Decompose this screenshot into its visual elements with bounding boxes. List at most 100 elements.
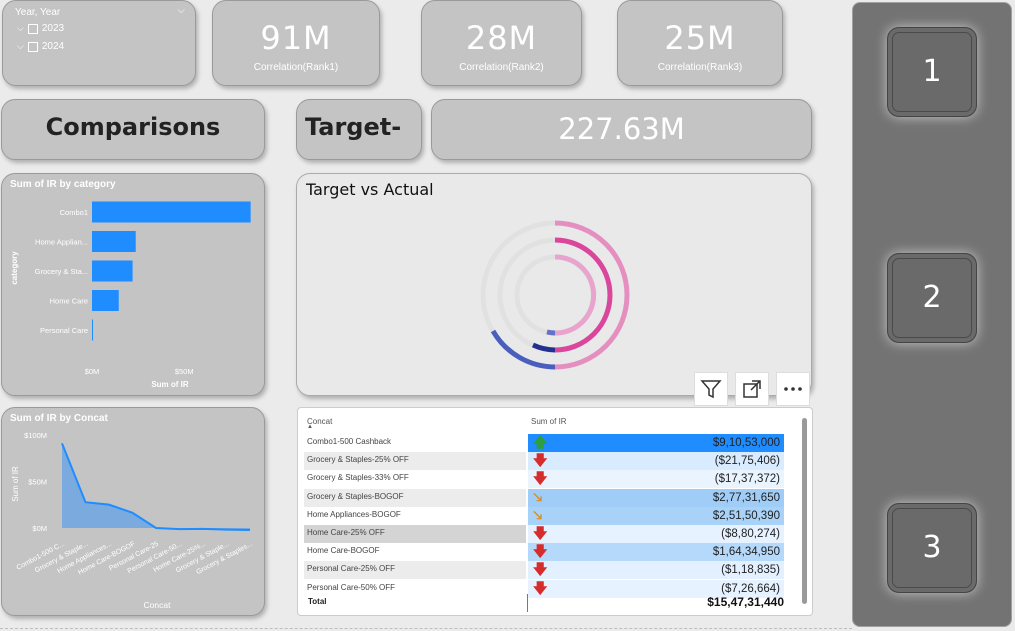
scrollbar[interactable] [802,418,807,604]
category-label: Home Care [50,297,88,306]
filter-button[interactable] [694,372,728,406]
table-row[interactable]: Combo1-500 Cashback 🡅 $9,10,53,000 [304,434,784,452]
table-row[interactable]: Grocery & Staples-33% OFF 🡇 ($17,37,372) [304,470,784,489]
value-text: ($1,18,835) [721,564,780,577]
arrow-down-icon: 🡇 [533,452,548,469]
expand-icon[interactable]: ⌵ [17,41,24,52]
value-text: ($7,26,664) [721,582,780,595]
column-header-sum-ir[interactable]: Sum of IR [531,417,567,426]
arrow-down-icon: 🡇 [533,470,548,487]
arrow-diagonal-icon: 🡖 [533,488,543,505]
expand-icon[interactable]: ⌵ [17,23,24,34]
comparisons-card[interactable]: Comparisons [1,99,265,160]
arrow-down-icon: 🡇 [533,561,548,578]
bar[interactable] [92,319,93,341]
page-bottom-border [0,628,852,629]
arrow-up-icon: 🡅 [533,434,548,450]
ring-inner-blue [546,329,556,336]
checkbox-2023[interactable] [27,23,38,34]
arrow-down-icon: 🡇 [533,543,548,560]
value-cell: 🡇 $1,64,34,950 [528,543,784,562]
bar[interactable] [92,260,133,282]
concat-cell: Personal Care-50% OFF [304,579,526,598]
area-fill [62,443,250,531]
x-tick-label: $0M [85,367,100,376]
table-row[interactable]: Grocery & Staples-25% OFF 🡇 ($21,75,406) [304,452,784,471]
ir-by-concat-chart[interactable]: Sum of IR by Concat $100M $50M $0M Combo1-5… [1,407,265,616]
kpi-value: 91M [260,19,332,57]
concat-cell: Grocery & Staples-BOGOF [304,488,526,507]
concat-cell: Grocery & Staples-25% OFF [304,452,526,471]
kpi-value: 28M [465,19,538,57]
target-value: 227.63M [558,112,685,146]
ir-table[interactable]: Concat ▲ Sum of IR Combo1-500 Cashback 🡅 $… [297,407,813,616]
y-axis-title: Sum of IR [11,466,20,502]
navigation-panel: 1 2 3 [852,2,1012,627]
value-text: ($8,80,274) [721,528,780,540]
value-cell: 🡇 ($17,37,372) [528,470,784,489]
concat-cell: Grocery & Staples-33% OFF [304,470,526,489]
kpi-value: 25M [664,19,736,57]
table-row[interactable]: Home Care-BOGOF 🡇 $1,64,34,950 [304,543,784,562]
table-row[interactable]: Home Appliances-BOGOF 🡖 $2,51,50,390 [304,506,784,525]
focus-mode-button[interactable] [735,372,769,406]
bar[interactable] [92,290,119,311]
value-cell: 🡇 ($21,75,406) [528,452,784,471]
arrow-diagonal-icon: 🡖 [533,506,543,523]
concat-cell: Home Care-25% OFF [304,525,526,543]
more-icon [784,387,802,391]
category-label: Combo1 [60,208,88,217]
total-value: $15,47,31,440 [707,595,784,609]
table-row[interactable]: Home Care-25% OFF 🡇 ($8,80,274) [304,525,784,543]
year-slicer[interactable]: Year, Year ⌵ ⌵ 2023 ⌵ 2024 [2,0,196,86]
value-text: ($17,37,372) [714,473,780,486]
value-cell: 🡖 $2,51,50,390 [528,506,784,525]
nav-button-1[interactable]: 1 [887,27,977,117]
kpi-label: Correlation(Rank2) [459,62,544,73]
kpi-label: Correlation(Rank3) [657,62,743,73]
kpi-card-rank1: 91M Correlation(Rank1) [212,0,380,86]
x-axis-title: Concat [144,600,172,610]
value-cell: 🡇 ($1,18,835) [528,561,784,580]
y-tick-label: $50M [28,478,47,487]
y-tick-label: $100M [24,431,47,440]
table-divider [527,594,528,612]
slicer-item-2023[interactable]: ⌵ 2023 [17,23,64,34]
concat-cell: Combo1-500 Cashback [304,434,526,452]
x-axis-title: Sum of IR [151,380,189,389]
target-vs-actual-chart[interactable]: Target vs Actual [296,173,812,396]
target-value-card: 227.63M [431,99,812,160]
area-chart-svg: $100M$50M$0MCombo1-500 C...Grocery & Sta… [11,431,254,610]
nav-button-3[interactable]: 3 [887,503,977,593]
checkbox-2024[interactable] [27,41,38,52]
target-label-card: Target- [296,99,422,160]
sort-icon[interactable]: ▲ [307,424,313,430]
arrow-down-icon: 🡇 [533,525,548,541]
value-text: $2,77,31,650 [712,491,780,504]
kpi-label: Correlation(Rank1) [253,62,339,73]
value-cell: 🡖 $2,77,31,650 [528,488,784,507]
value-cell: 🡇 ($8,80,274) [528,525,784,543]
arrow-down-icon: 🡇 [533,579,548,596]
category-label: Home Applian... [35,238,88,247]
total-label: Total [308,597,327,606]
ir-by-category-chart[interactable]: Sum of IR by category Combo1 Home Applian… [1,173,265,396]
value-text: $9,10,53,000 [712,437,780,449]
nav-button-2[interactable]: 2 [887,253,977,343]
more-options-button[interactable] [776,372,810,406]
ring-inner-pink [546,254,597,336]
bar-chart-svg: Combo1 Home Applian... Grocery & Sta... Hom… [10,201,251,389]
slicer-title: Year, Year [15,7,61,18]
slicer-item-label: 2024 [41,41,65,52]
slicer-item-label: 2023 [41,23,65,34]
value-text: $1,64,34,950 [712,546,780,559]
target-label: Target- [305,113,402,141]
table-row[interactable]: Grocery & Staples-BOGOF 🡖 $2,77,31,650 [304,488,784,507]
y-tick-label: $0M [32,524,47,533]
radial-bar-svg [480,220,630,370]
bar[interactable] [92,231,136,252]
bar[interactable] [92,201,251,223]
table-row[interactable]: Personal Care-25% OFF 🡇 ($1,18,835) [304,561,784,580]
chevron-down-icon[interactable]: ⌵ [177,5,185,16]
slicer-item-2024[interactable]: ⌵ 2024 [17,41,64,52]
